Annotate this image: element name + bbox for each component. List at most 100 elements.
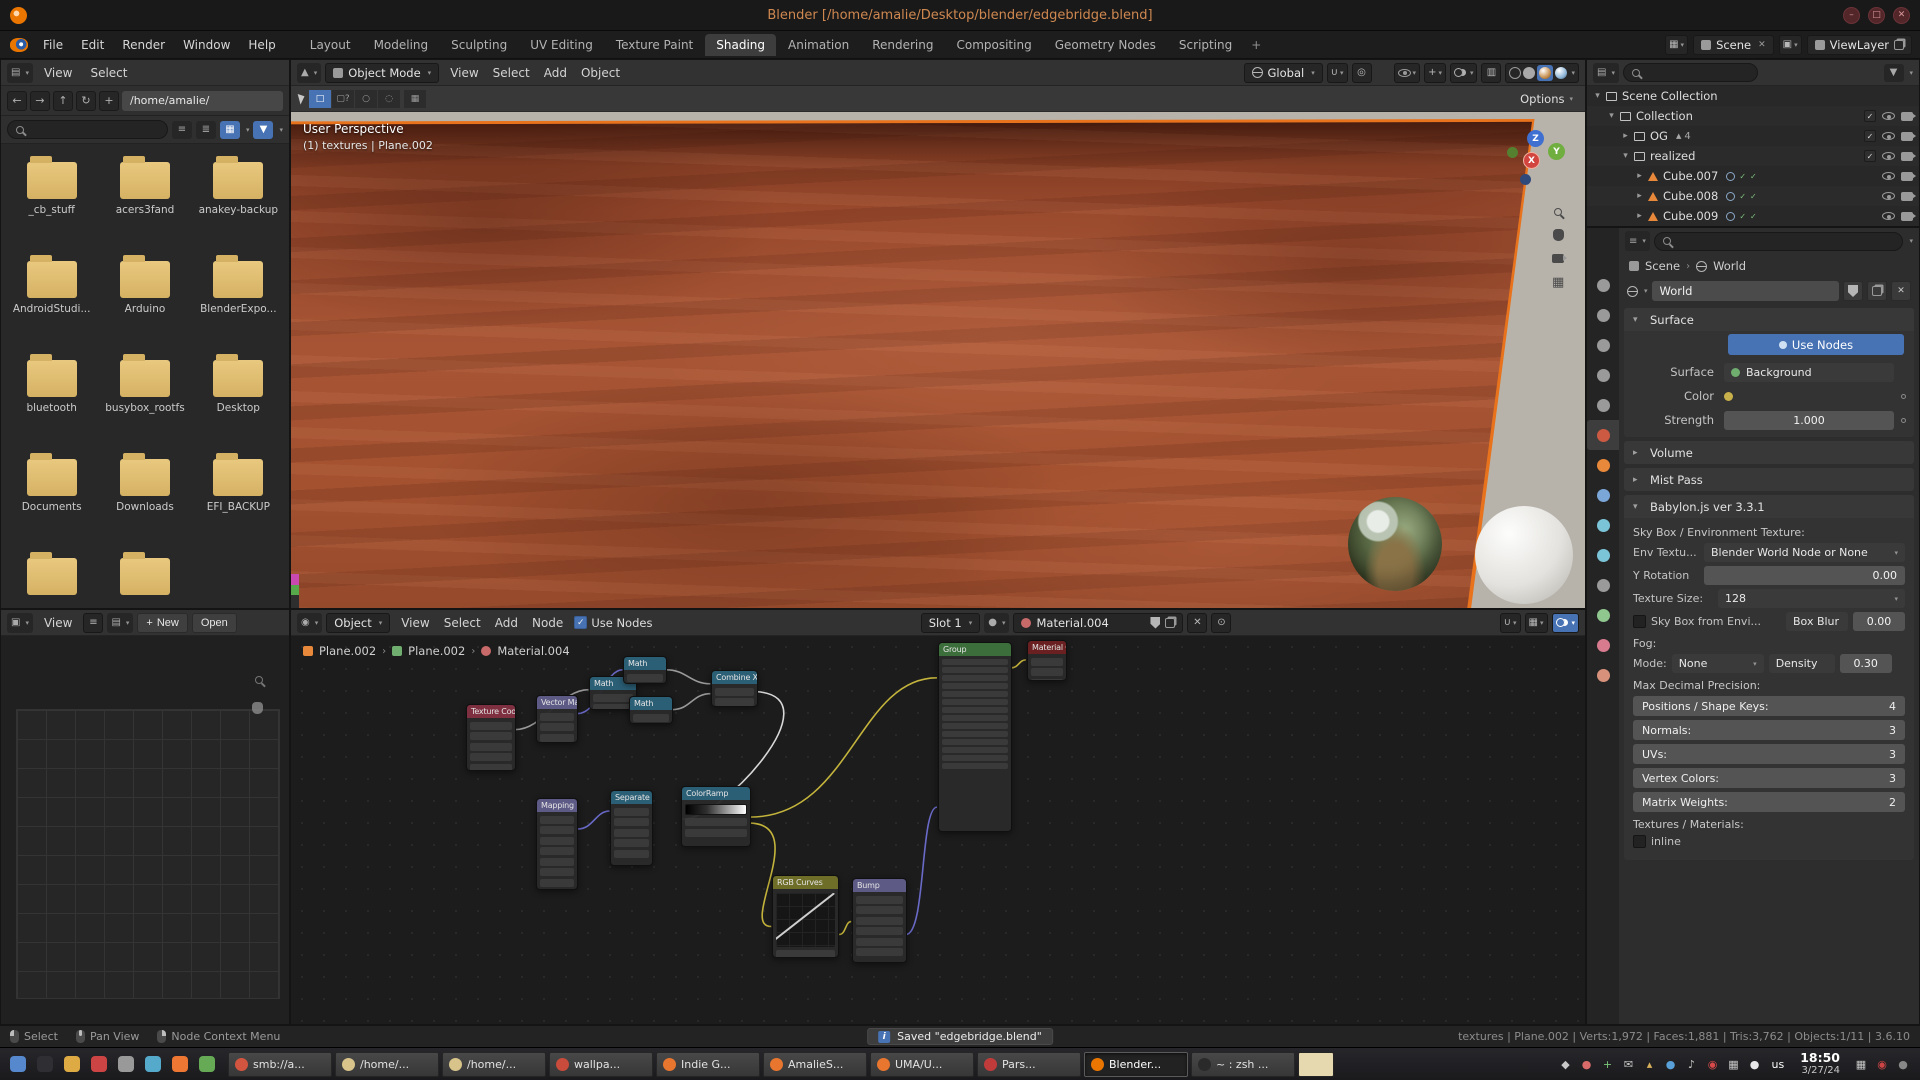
surface-shader-dropdown[interactable]: Background	[1724, 363, 1894, 382]
workspace-tab[interactable]: Geometry Nodes	[1044, 34, 1167, 56]
outliner-row[interactable]: ▾Scene Collection	[1587, 86, 1919, 106]
folder-item[interactable]: Downloads	[98, 451, 191, 550]
mode-dropdown[interactable]: Object Mode▾	[325, 63, 439, 83]
number-slider[interactable]: Normals:3	[1633, 720, 1905, 740]
launcher-firefox-icon[interactable]	[167, 1052, 192, 1077]
shader-node[interactable]: Texture Coordinate	[466, 704, 516, 771]
duplicate-material-icon[interactable]	[1165, 618, 1175, 628]
camera-view-icon[interactable]	[1552, 254, 1564, 263]
folder-item[interactable]: busybox_rootfs	[98, 352, 191, 451]
editor-type-icon[interactable]: ▲▾	[297, 63, 321, 83]
hide-eye-icon[interactable]	[1882, 192, 1895, 200]
shading-solid-icon[interactable]	[1523, 67, 1535, 79]
disable-render-icon[interactable]	[1901, 172, 1913, 181]
properties-tab-material[interactable]	[1587, 630, 1619, 660]
image-canvas[interactable]	[1, 636, 289, 1024]
animate-decorator-icon[interactable]	[1901, 394, 1906, 399]
editor-type-icon[interactable]: ▣▾	[7, 613, 33, 633]
node-header[interactable]: Math	[624, 657, 666, 670]
properties-tab-particles[interactable]	[1587, 510, 1619, 540]
workspace-tab[interactable]: Scripting	[1168, 34, 1243, 56]
properties-tab-object[interactable]	[1587, 450, 1619, 480]
editor-type-icon[interactable]: ▤▾	[7, 63, 33, 83]
taskbar-window-button[interactable]: Blender...	[1084, 1052, 1188, 1077]
taskbar-window-button[interactable]	[1298, 1052, 1334, 1077]
menu-item[interactable]: View	[443, 64, 485, 82]
shading-material-icon[interactable]	[1539, 67, 1551, 79]
workspace-tab[interactable]: Modeling	[363, 34, 440, 56]
node-header[interactable]: Mapping	[537, 799, 577, 812]
menu-item[interactable]: Edit	[72, 34, 113, 56]
number-slider[interactable]: Matrix Weights:2	[1633, 792, 1905, 812]
select-mode-lasso-icon[interactable]: ◌	[378, 90, 400, 108]
select-mode-circle-icon[interactable]: ○	[355, 90, 377, 108]
disclosure-triangle-icon[interactable]: ▸	[1633, 171, 1646, 181]
properties-tab-constraints[interactable]	[1587, 570, 1619, 600]
properties-tab-object-data[interactable]	[1587, 600, 1619, 630]
back-button[interactable]: ←	[7, 91, 27, 111]
number-slider[interactable]: Positions / Shape Keys:4	[1633, 696, 1905, 716]
menu-item[interactable]: Object	[574, 64, 627, 82]
node-canvas[interactable]: Texture CoordinateVector MathMappingMath…	[291, 636, 1585, 1024]
menu-view[interactable]: View	[37, 614, 79, 632]
axis-y-handle[interactable]: Y	[1548, 143, 1565, 160]
duplicate-world-button[interactable]	[1867, 281, 1887, 301]
close-button[interactable]: ✕	[1893, 7, 1910, 24]
launcher-media-icon[interactable]	[86, 1052, 111, 1077]
env-texture-dropdown[interactable]: Blender World Node or None ▾	[1704, 543, 1905, 562]
menu-item[interactable]: Add	[488, 614, 525, 632]
inline-checkbox[interactable]	[1633, 835, 1646, 848]
box-blur-label-field[interactable]: Box Blur	[1786, 612, 1848, 631]
hide-eye-icon[interactable]	[1882, 112, 1895, 120]
taskbar-window-button[interactable]: wallpa...	[549, 1052, 653, 1077]
node-header[interactable]: Math	[630, 697, 672, 710]
pan-hand-icon[interactable]	[252, 702, 263, 714]
unlink-material-icon[interactable]: ✕	[1187, 613, 1207, 633]
box-blur-field[interactable]: 0.00	[1853, 612, 1905, 631]
slot-dropdown[interactable]: Slot 1▾	[921, 613, 981, 633]
viewlayer-selector[interactable]: ViewLayer	[1807, 35, 1912, 55]
tray-icon[interactable]: +	[1600, 1056, 1616, 1072]
editor-type-icon[interactable]: ◉▾	[297, 613, 322, 633]
forward-button[interactable]: →	[30, 91, 50, 111]
properties-tab-scene[interactable]	[1587, 390, 1619, 420]
orientation-dropdown[interactable]: Global▾	[1244, 63, 1323, 83]
workspace-tab[interactable]: Layout	[299, 34, 362, 56]
editor-type-icon[interactable]: ▤▾	[1593, 63, 1619, 83]
surface-panel-header[interactable]: ▾Surface	[1624, 308, 1914, 331]
options-dropdown[interactable]: Options▾	[1520, 92, 1577, 106]
launcher-browser-icon[interactable]	[140, 1052, 165, 1077]
filter-chevron-icon[interactable]: ▾	[279, 126, 283, 134]
snap-magnet-icon[interactable]: ∪▾	[1327, 63, 1348, 83]
minimize-button[interactable]: –	[1843, 7, 1860, 24]
menu-item[interactable]: Window	[174, 34, 239, 56]
search-input[interactable]	[7, 120, 168, 139]
menu-item[interactable]: Select	[437, 614, 488, 632]
properties-tab-view-layer[interactable]	[1587, 360, 1619, 390]
menu-item[interactable]: Help	[239, 34, 284, 56]
menu-view[interactable]: View	[37, 64, 79, 82]
node-header[interactable]: Separate XYZ	[611, 791, 652, 804]
shading-wireframe-icon[interactable]	[1509, 67, 1521, 79]
number-slider[interactable]: UVs:3	[1633, 744, 1905, 764]
tray-icon[interactable]: ✉	[1621, 1056, 1637, 1072]
strength-field[interactable]: 1.000	[1724, 411, 1894, 430]
folder-item[interactable]: acers3fand	[98, 154, 191, 253]
density-label-field[interactable]: Density	[1769, 654, 1835, 673]
browse-material-icon[interactable]: ●▾	[984, 613, 1009, 633]
shader-node[interactable]: RGB Curves	[772, 875, 839, 958]
tray-icon[interactable]: ◉	[1705, 1056, 1721, 1072]
axis-x-handle[interactable]: X	[1523, 152, 1540, 169]
shader-node[interactable]: Bump	[852, 878, 907, 963]
outliner-row[interactable]: ▸Cube.007✓✓	[1587, 166, 1919, 186]
texture-size-dropdown[interactable]: 128 ▾	[1718, 589, 1905, 608]
launcher-chat-icon[interactable]	[194, 1052, 219, 1077]
use-nodes-button[interactable]: Use Nodes	[1728, 334, 1904, 355]
shader-type-dropdown[interactable]: Object▾	[326, 613, 390, 633]
use-nodes-checkbox[interactable]: ✓	[574, 616, 587, 629]
display-list-icon[interactable]: ≡	[172, 121, 192, 139]
tray-icon[interactable]: ◉	[1874, 1056, 1890, 1072]
shader-node[interactable]: Mapping	[536, 798, 578, 890]
refresh-button[interactable]: ↻	[76, 91, 96, 111]
outliner-row[interactable]: ▸Cube.009✓✓	[1587, 206, 1919, 226]
